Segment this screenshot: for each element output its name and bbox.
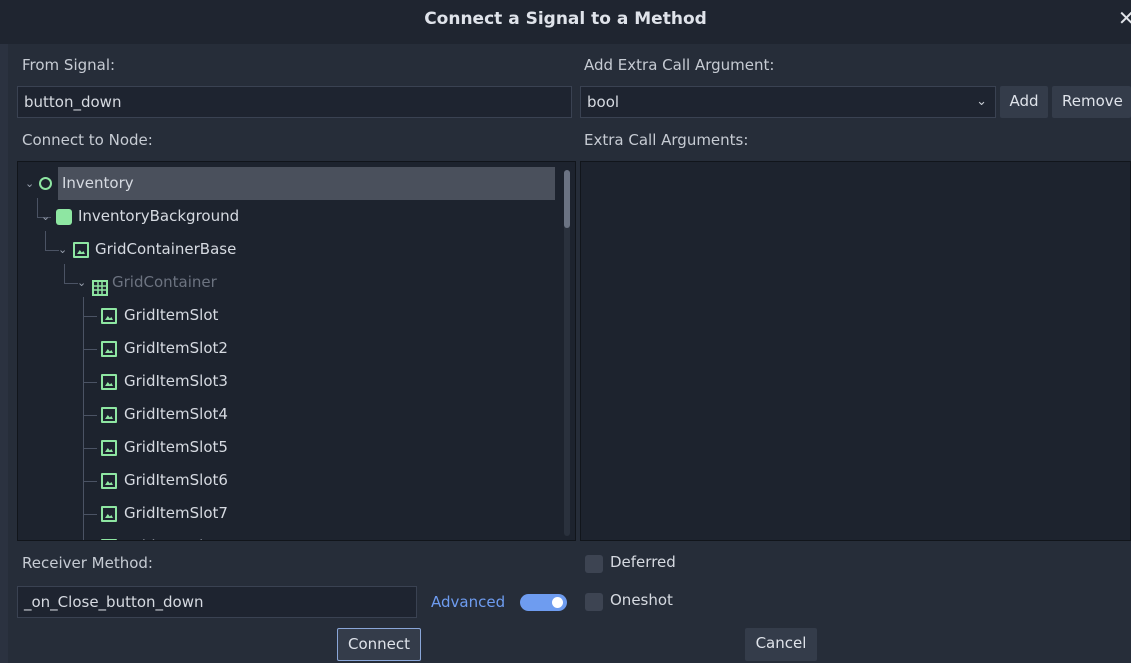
- oneshot-label: Oneshot: [610, 591, 673, 609]
- texturerect-icon: [73, 242, 89, 258]
- from-signal-field[interactable]: button_down: [17, 86, 572, 118]
- toggle-knob: [552, 597, 563, 608]
- tree-node-label: GridItemSlot6: [124, 471, 228, 489]
- arg-type-value: bool: [587, 93, 620, 111]
- texturerect-icon: [101, 506, 117, 522]
- tree-node-griditemslot[interactable]: GridItemSlot: [18, 299, 558, 332]
- tree-scrollbar-thumb[interactable]: [564, 170, 570, 228]
- texturerect-icon: [101, 539, 117, 540]
- texturerect-icon: [101, 374, 117, 390]
- receiver-method-field[interactable]: _on_Close_button_down: [17, 586, 417, 618]
- chevron-down-icon: ⌄: [976, 94, 987, 109]
- tree-node-griditemslot4[interactable]: GridItemSlot4: [18, 398, 558, 431]
- chevron-down-icon[interactable]: ⌄: [77, 266, 86, 299]
- tree-node-label: InventoryBackground: [78, 207, 240, 225]
- deferred-label: Deferred: [610, 553, 676, 571]
- tree-node-label: GridItemSlot4: [124, 405, 228, 423]
- extra-args-label: Extra Call Arguments:: [584, 131, 749, 149]
- node-tree[interactable]: ⌄ Inventory ⌄ InventoryBackground ⌄ Grid…: [17, 161, 576, 541]
- tree-node-inventory[interactable]: ⌄ Inventory: [18, 167, 558, 200]
- tree-node-label: GridItemSlot3: [124, 372, 228, 390]
- tree-node-griditemslot2[interactable]: GridItemSlot2: [18, 332, 558, 365]
- texturerect-icon: [101, 440, 117, 456]
- tree-node-label: GridContainer: [112, 273, 217, 291]
- tree-node-label: GridItemSlot7: [124, 504, 228, 522]
- tree-node-label: Inventory: [62, 174, 134, 192]
- tree-node-griditemslot6[interactable]: GridItemSlot6: [18, 464, 558, 497]
- tree-node-label: GridContainerBase: [95, 240, 237, 258]
- tree-node-label: GridItemSlot2: [124, 339, 228, 357]
- tree-node-griditemslot7[interactable]: GridItemSlot7: [18, 497, 558, 530]
- add-extra-arg-label: Add Extra Call Argument:: [584, 56, 775, 74]
- tree-node-griditemslot5[interactable]: GridItemSlot5: [18, 431, 558, 464]
- tree-node-gridcontainer[interactable]: ⌄ GridContainer: [18, 266, 558, 299]
- advanced-toggle[interactable]: [520, 594, 567, 611]
- texturerect-icon: [101, 473, 117, 489]
- panel-icon: [56, 209, 72, 225]
- grid-icon: [92, 275, 108, 296]
- connect-button[interactable]: Connect: [337, 628, 421, 661]
- tree-node-label: GridItemSlot5: [124, 438, 228, 456]
- from-signal-label: From Signal:: [22, 56, 116, 74]
- chevron-down-icon[interactable]: ⌄: [41, 200, 50, 233]
- texturerect-icon: [101, 341, 117, 357]
- tree-node-label: GridItemSlot8: [124, 530, 228, 540]
- oneshot-checkbox[interactable]: [585, 593, 603, 611]
- chevron-down-icon[interactable]: ⌄: [25, 167, 34, 200]
- tree-node-gridcontainerbase[interactable]: ⌄ GridContainerBase: [18, 233, 558, 266]
- dialog-title: Connect a Signal to a Method: [424, 9, 707, 29]
- texturerect-icon: [101, 407, 117, 423]
- close-icon[interactable]: ✕: [1118, 6, 1131, 30]
- arg-type-select[interactable]: bool ⌄: [580, 86, 996, 118]
- remove-argument-button[interactable]: Remove: [1052, 86, 1131, 118]
- connect-to-node-label: Connect to Node:: [22, 131, 153, 149]
- cancel-button[interactable]: Cancel: [745, 628, 817, 661]
- chevron-down-icon[interactable]: ⌄: [58, 233, 67, 266]
- tree-node-label: GridItemSlot: [124, 306, 219, 324]
- tree-node-griditemslot8[interactable]: GridItemSlot8: [18, 530, 558, 540]
- node-circle-icon: [39, 177, 52, 190]
- receiver-method-label: Receiver Method:: [22, 554, 153, 572]
- deferred-checkbox[interactable]: [585, 555, 603, 573]
- tree-node-griditemslot3[interactable]: GridItemSlot3: [18, 365, 558, 398]
- extra-args-list[interactable]: [580, 161, 1131, 541]
- add-argument-button[interactable]: Add: [1000, 86, 1048, 118]
- tree-node-inventorybackground[interactable]: ⌄ InventoryBackground: [18, 200, 558, 233]
- advanced-label: Advanced: [431, 593, 506, 611]
- texturerect-icon: [101, 308, 117, 324]
